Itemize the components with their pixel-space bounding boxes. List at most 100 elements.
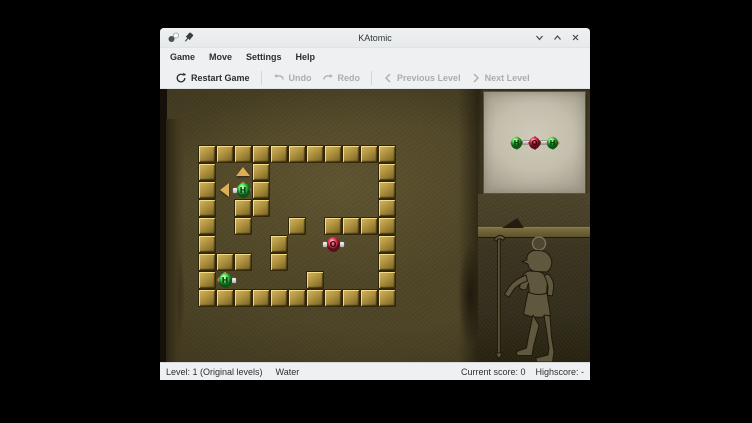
egyptian-relief [478,194,590,362]
wall-tile [306,271,324,289]
right-panel: HOH [478,89,590,362]
wall-tile [270,289,288,307]
menu-settings[interactable]: Settings [239,48,289,67]
previous-level-button[interactable]: Previous Level [378,70,466,86]
redo-icon [322,72,334,84]
bond-stub [340,242,344,247]
wall-tile [342,145,360,163]
window-title: KAtomic [160,33,590,43]
move-left-arrow[interactable] [220,183,229,197]
atom-hydrogen[interactable]: H [216,271,234,289]
preview-atom-h: H [510,136,524,150]
wall-tile [360,217,378,235]
wall-tile [252,199,270,217]
wall-tile [378,253,396,271]
toolbar-separator [371,71,372,85]
molecule-preview: HOH [483,91,586,194]
status-molecule-name: Water [276,367,300,377]
katomic-window: KAtomic Game Move Settings Help [160,28,590,380]
wall-tile [234,253,252,271]
atom-oxygen[interactable]: O [324,235,342,253]
wall-tile [306,145,324,163]
statusbar: Level: 1 (Original levels) Water Current… [160,362,590,380]
wall-tile [378,289,396,307]
wall-tile [378,235,396,253]
wall-tile [252,163,270,181]
preview-atom-o: O [528,136,542,150]
titlebar[interactable]: KAtomic [160,28,590,48]
wall-tile [252,181,270,199]
preview-molecule: HOH [510,136,560,150]
wall-tile [270,145,288,163]
wall-tile [360,145,378,163]
wall-tile [198,289,216,307]
wall-tile [288,145,306,163]
wall-tile [252,289,270,307]
wall-tile [378,163,396,181]
statue-silhouette-right [458,89,478,362]
move-up-arrow[interactable] [236,167,250,176]
wall-tile [342,217,360,235]
wall-tile [324,217,342,235]
bond-stub [233,188,237,193]
wall-tile [378,145,396,163]
redo-button[interactable]: Redo [317,70,366,86]
next-level-button[interactable]: Next Level [466,70,535,86]
wall-tile [378,199,396,217]
desktop: KAtomic Game Move Settings Help [0,0,752,423]
wall-tile [270,253,288,271]
status-highscore: Highscore: - [535,367,584,377]
wall-tile [288,217,306,235]
atom-gem: H [547,137,558,149]
wall-tile [198,235,216,253]
wall-tile [234,217,252,235]
wall-tile [216,253,234,271]
wall-tile [360,289,378,307]
wall-tile [198,199,216,217]
wall-tile [198,181,216,199]
restart-game-button[interactable]: Restart Game [170,70,255,86]
wall-tile [198,253,216,271]
wall-tile [324,145,342,163]
menubar: Game Move Settings Help [160,48,590,67]
bond-stub [323,242,327,247]
undo-icon [273,72,285,84]
wall-tile [216,289,234,307]
wall-tile [378,181,396,199]
restart-icon [175,72,187,84]
pharaoh-figure [478,230,590,362]
atom-gem: O [529,137,540,149]
wall-tile [288,289,306,307]
atom-gem: H [237,183,250,198]
atom-gem: H [511,137,522,149]
wall-tile [324,289,342,307]
wall-tile [198,271,216,289]
menu-help[interactable]: Help [289,48,323,67]
wall-tile [252,145,270,163]
wall-tile [198,163,216,181]
game-area: HOH HOH [160,88,590,362]
game-board: H O H [198,145,396,307]
toolbar: Restart Game Undo Redo [160,67,590,88]
status-level: Level: 1 (Original levels) [166,367,263,377]
wall-tile [234,289,252,307]
menu-game[interactable]: Game [163,48,202,67]
wall-tile [198,145,216,163]
atom-hydrogen[interactable]: H [234,181,252,199]
toolbar-separator [261,71,262,85]
wall-tile [342,289,360,307]
wall-tile [270,235,288,253]
status-current-score: Current score: 0 [461,367,526,377]
wall-tile [198,217,216,235]
chevron-right-icon [471,72,481,84]
wall-tile [378,217,396,235]
wall-tile [234,199,252,217]
statue-silhouette-left [166,119,184,362]
menu-move[interactable]: Move [202,48,239,67]
wall-tile [216,145,234,163]
wall-tile [234,145,252,163]
undo-button[interactable]: Undo [268,70,317,86]
preview-atom-h: H [546,136,560,150]
bond-stub [232,278,236,283]
atom-gem: H [219,273,232,288]
